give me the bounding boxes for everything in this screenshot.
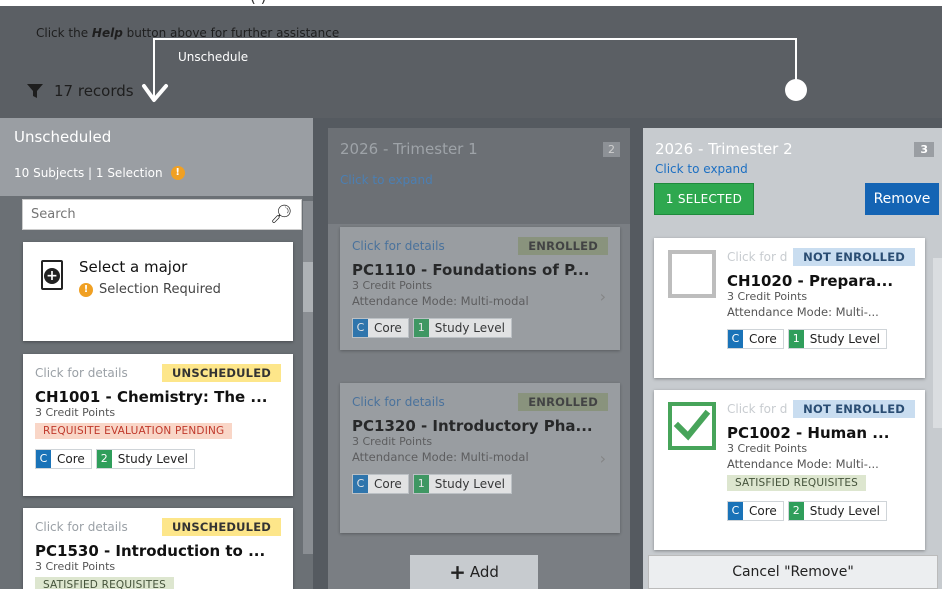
expand-link[interactable]: Click to expand <box>655 162 930 176</box>
status-badge: NOT ENROLLED <box>793 248 915 266</box>
subject-title: PC1110 - Foundations of P... <box>352 261 590 279</box>
search-input[interactable] <box>31 207 271 222</box>
subject-title: CH1020 - Prepara... <box>727 272 894 290</box>
add-button[interactable]: + Add <box>410 555 538 589</box>
chevron-right-icon: › <box>599 287 606 306</box>
details-link[interactable]: Click for details <box>35 366 128 380</box>
header-panel: Click the Help button above for further … <box>0 6 942 118</box>
study-level-tag: 2 Study Level <box>95 449 195 469</box>
requisite-badge: SATISFIED REQUISITES <box>35 577 175 589</box>
core-tag: C Core <box>352 318 409 338</box>
trimester-1-column: 2026 - Trimester 1 2 Click to expand Cli… <box>328 128 630 589</box>
select-checkbox[interactable] <box>668 250 716 298</box>
expand-link[interactable]: Click to expand <box>340 173 618 187</box>
check-icon <box>673 409 711 441</box>
core-tag: C Core <box>352 474 409 494</box>
warning-icon: ! <box>170 166 185 180</box>
status-badge: NOT ENROLLED <box>793 400 915 418</box>
subject-card[interactable]: Click for d NOT ENROLLED CH1020 - Prepar… <box>654 238 925 378</box>
subject-card[interactable]: Click for details ENROLLED PC1110 - Foun… <box>340 227 620 350</box>
status-badge: ENROLLED <box>518 393 608 411</box>
selected-count-button[interactable]: 1 SELECTED <box>654 183 754 215</box>
subject-title: CH1001 - Chemistry: The ... <box>35 388 268 406</box>
details-link[interactable]: Click for d <box>727 250 787 264</box>
select-checkbox[interactable] <box>668 402 716 450</box>
drag-handle[interactable] <box>785 79 807 101</box>
select-major-card[interactable]: Select a major ! Selection Required <box>23 242 293 341</box>
status-badge: ENROLLED <box>518 237 608 255</box>
study-level-tag: 1 Study Level <box>412 318 512 338</box>
trimester-2-count: 3 <box>914 142 934 157</box>
credit-points: 3 Credit Points <box>352 435 433 448</box>
subject-card[interactable]: Click for details ENROLLED PC1320 - Intr… <box>340 383 620 533</box>
credit-points: 3 Credit Points <box>727 290 808 303</box>
cancel-remove-button[interactable]: Cancel "Remove" <box>648 555 938 589</box>
core-tag: C Core <box>727 501 784 521</box>
trimester-2-title: 2026 - Trimester 2 <box>655 140 793 158</box>
chevron-right-icon: › <box>599 449 606 468</box>
warning-icon: ! <box>79 282 93 297</box>
unscheduled-header: Unscheduled 10 Subjects | 1 Selection ! <box>0 118 313 196</box>
details-link[interactable]: Click for d <box>727 402 787 416</box>
study-level-tag: 1 Study Level <box>412 474 512 494</box>
subject-title: PC1530 - Introduction to ... <box>35 542 266 560</box>
unscheduled-scrollbar[interactable] <box>303 201 313 554</box>
trimester-1-count: 2 <box>603 142 620 157</box>
drag-tooltip: Unschedule <box>178 50 249 64</box>
major-card-status: ! Selection Required <box>79 282 221 297</box>
unscheduled-title: Unscheduled <box>14 128 112 146</box>
requisite-badge: REQUISITE EVALUATION PENDING <box>35 423 233 439</box>
help-keyword: Help <box>91 26 123 40</box>
attendance-mode: Attendance Mode: Multi-modal <box>352 294 529 308</box>
records-filter[interactable]: 17 records <box>26 82 134 100</box>
credit-points: 3 Credit Points <box>352 279 433 292</box>
subject-card[interactable]: Click for details UNSCHEDULED CH1001 - C… <box>23 354 293 496</box>
remove-button[interactable]: Remove <box>865 183 939 215</box>
trimester-2-column: 2026 - Trimester 2 3 Click to expand 1 S… <box>643 128 942 589</box>
filter-icon <box>27 84 43 98</box>
details-link[interactable]: Click for details <box>352 395 445 409</box>
major-card-title: Select a major <box>79 258 188 276</box>
trimester-1-header[interactable]: 2026 - Trimester 1 2 Click to expand <box>328 128 630 224</box>
add-document-icon <box>41 260 63 290</box>
study-level-tag: 1 Study Level <box>787 329 887 349</box>
details-link[interactable]: Click for details <box>35 520 128 534</box>
unscheduled-scroll-thumb[interactable] <box>303 262 313 312</box>
study-level-tag: 2 Study Level <box>787 501 887 521</box>
status-badge: UNSCHEDULED <box>162 364 281 382</box>
details-link[interactable]: Click for details <box>352 239 445 253</box>
requisite-badge: SATISFIED REQUISITES <box>727 475 867 491</box>
core-tag: C Core <box>727 329 784 349</box>
core-tag: C Core <box>35 449 92 469</box>
trimester-1-title: 2026 - Trimester 1 <box>340 140 478 158</box>
trimester-2-scrollbar[interactable] <box>933 258 942 428</box>
attendance-mode: Attendance Mode: Multi-... <box>727 305 879 319</box>
status-badge: UNSCHEDULED <box>162 518 281 536</box>
unscheduled-column: Unscheduled 10 Subjects | 1 Selection ! … <box>0 118 313 589</box>
credit-points: 3 Credit Points <box>35 560 116 573</box>
plus-icon: + <box>449 560 466 584</box>
search-box[interactable]: 🔍︎ <box>22 199 302 230</box>
help-text: Click the Help button above for further … <box>36 26 340 40</box>
subject-card[interactable]: Click for d NOT ENROLLED PC1002 - Human … <box>654 390 925 550</box>
credit-points: 3 Credit Points <box>35 406 116 419</box>
search-icon[interactable]: 🔍︎ <box>270 204 293 225</box>
records-count: 17 records <box>54 82 134 100</box>
subject-title: PC1320 - Introductory Pha... <box>352 417 593 435</box>
attendance-mode: Attendance Mode: Multi-... <box>727 457 879 471</box>
credit-points: 3 Credit Points <box>727 442 808 455</box>
attendance-mode: Attendance Mode: Multi-modal <box>352 450 529 464</box>
subject-card[interactable]: Click for details UNSCHEDULED PC1530 - I… <box>23 508 293 589</box>
subject-title: PC1002 - Human ... <box>727 424 890 442</box>
unscheduled-summary: 10 Subjects | 1 Selection ! <box>14 166 299 180</box>
